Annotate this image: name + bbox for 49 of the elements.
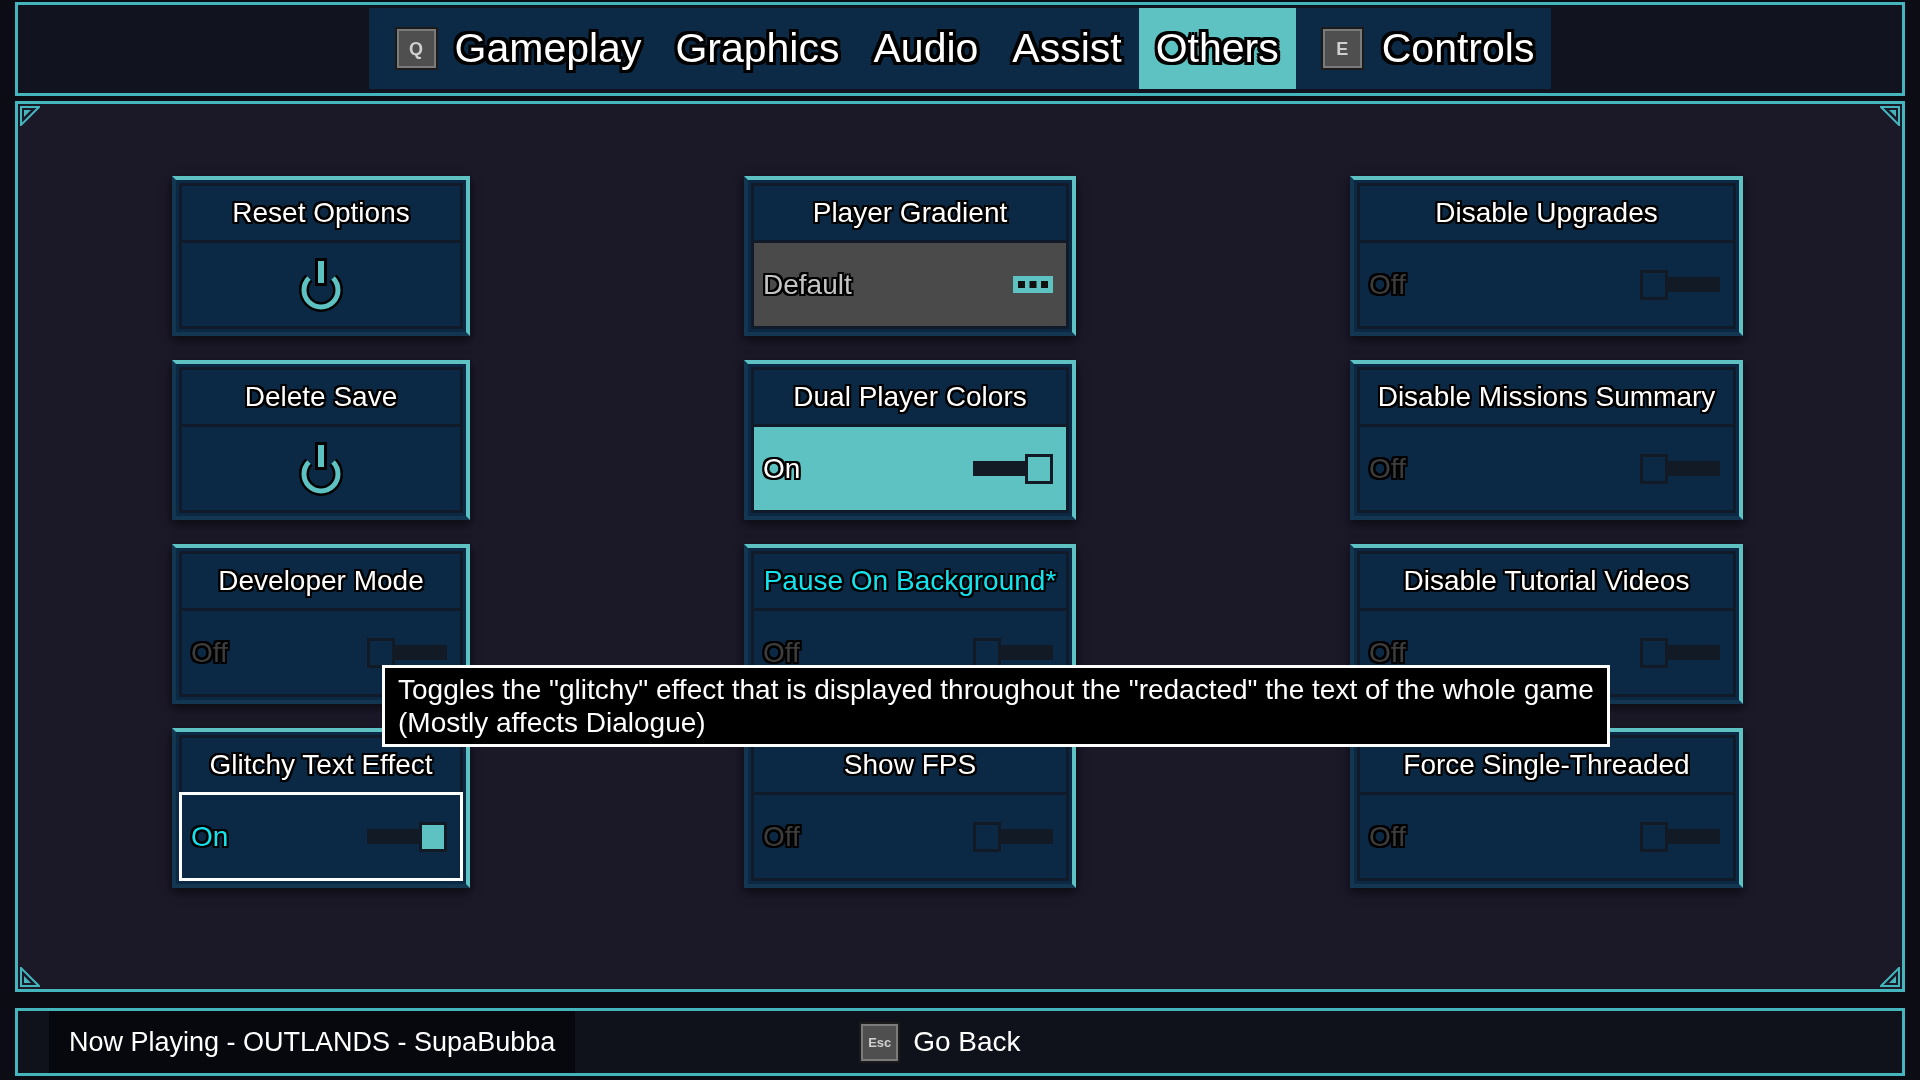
- setting-value: On: [191, 821, 229, 852]
- corner-ornament-icon: [20, 106, 40, 126]
- toggle-switch[interactable]: [1640, 637, 1720, 668]
- option-title: Glitchy Text Effect: [209, 749, 433, 781]
- toggle-switch[interactable]: [1640, 453, 1720, 484]
- option-title: Delete Save: [244, 381, 398, 413]
- option-title: Show FPS: [843, 749, 977, 781]
- option-title: Developer Mode: [218, 565, 424, 597]
- option-title: Reset Options: [232, 197, 410, 229]
- toggle-switch[interactable]: [367, 637, 447, 668]
- corner-ornament-icon: [20, 967, 40, 987]
- tooltip: Toggles the "glitchy" effect that is displayed throughout the "redacted" the text of the whole game (Mostly affects Dialogue): [382, 665, 1610, 747]
- toggle-switch[interactable]: [367, 821, 447, 852]
- power-icon: [296, 255, 346, 314]
- setting-value: On: [763, 453, 801, 484]
- back-button[interactable]: Go Back: [913, 1026, 1021, 1058]
- tab[interactable]: Gameplay: [437, 8, 659, 89]
- setting-value: Off: [191, 637, 228, 668]
- toggle-switch[interactable]: [1640, 821, 1720, 852]
- power-icon: [296, 439, 346, 498]
- option-title: Dual Player Colors: [793, 381, 1027, 413]
- tab[interactable]: Assist: [995, 8, 1139, 89]
- corner-ornament-icon: [1880, 967, 1900, 987]
- option-title: Pause On Background*: [763, 565, 1057, 597]
- setting-value: Off: [763, 637, 800, 668]
- tab[interactable]: Graphics: [658, 8, 857, 89]
- option-title: Player Gradient: [812, 197, 1008, 229]
- toggle-switch[interactable]: [1640, 269, 1720, 300]
- keycap: Esc: [861, 1023, 899, 1061]
- keycap: E: [1322, 29, 1362, 68]
- option-title: Disable Upgrades: [1435, 197, 1658, 229]
- tab[interactable]: Controls: [1364, 8, 1552, 89]
- setting-value: Off: [1369, 453, 1406, 484]
- ellipsis-icon: [1013, 276, 1053, 293]
- option-title: Disable Missions Summary: [1377, 381, 1716, 413]
- setting-value: Off: [1369, 637, 1406, 668]
- toggle-switch[interactable]: [973, 821, 1053, 852]
- tab[interactable]: Audio: [856, 8, 996, 89]
- option-title: Disable Tutorial Videos: [1403, 565, 1690, 597]
- setting-value: Off: [1369, 821, 1406, 852]
- corner-ornament-icon: [1880, 106, 1900, 126]
- toggle-switch[interactable]: [973, 453, 1053, 484]
- power-button[interactable]: [179, 240, 463, 329]
- setting-value: Off: [1369, 269, 1406, 300]
- setting-value: Off: [763, 821, 800, 852]
- keycap: Q: [396, 29, 436, 68]
- now-playing-banner: Now Playing - OUTLANDS - SupaBubba: [49, 1011, 576, 1073]
- option-title: Force Single-Threaded: [1403, 749, 1690, 781]
- power-button[interactable]: [179, 424, 463, 513]
